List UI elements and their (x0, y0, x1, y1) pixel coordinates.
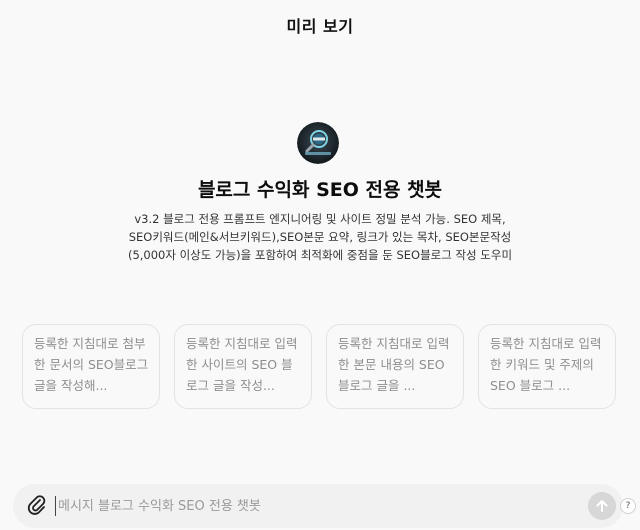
arrow-up-icon (596, 500, 608, 512)
message-input[interactable] (55, 496, 578, 516)
starter-card-2[interactable]: 등록한 지침대로 입력한 사이트의 SEO 블로그 글을 작성... (174, 324, 312, 409)
message-composer (13, 484, 623, 528)
starter-card-text: 등록한 지침대로 입력한 사이트의 SEO 블로그 글을 작성... (186, 336, 298, 393)
starter-card-3[interactable]: 등록한 지침대로 입력한 본문 내용의 SEO 블로그 글을 ... (326, 324, 464, 409)
blog-magnifier-logo (297, 122, 339, 164)
send-button[interactable] (588, 492, 616, 520)
bot-avatar (297, 122, 339, 164)
help-button[interactable]: ? (620, 498, 636, 514)
bot-description: v3.2 블로그 전용 프롬프트 엔지니어링 및 사이트 정밀 분석 가능. S… (127, 212, 513, 262)
starter-card-4[interactable]: 등록한 지침대로 입력한 키워드 및 주제의 SEO 블로그 ... (478, 324, 616, 409)
paperclip-icon[interactable] (27, 495, 47, 517)
starter-card-text: 등록한 지침대로 입력한 본문 내용의 SEO 블로그 글을 ... (338, 336, 450, 393)
page-title: 미리 보기 (286, 17, 354, 36)
starter-card-text: 등록한 지침대로 입력한 키워드 및 주제의 SEO 블로그 ... (490, 336, 602, 393)
starter-card-text: 등록한 지침대로 첨부한 문서의 SEO블로그 글을 작성해... (34, 336, 149, 393)
conversation-starters: 등록한 지침대로 첨부한 문서의 SEO블로그 글을 작성해... 등록한 지침… (22, 324, 616, 409)
starter-card-1[interactable]: 등록한 지침대로 첨부한 문서의 SEO블로그 글을 작성해... (22, 324, 160, 409)
bot-name: 블로그 수익화 SEO 전용 챗봇 (197, 179, 443, 201)
